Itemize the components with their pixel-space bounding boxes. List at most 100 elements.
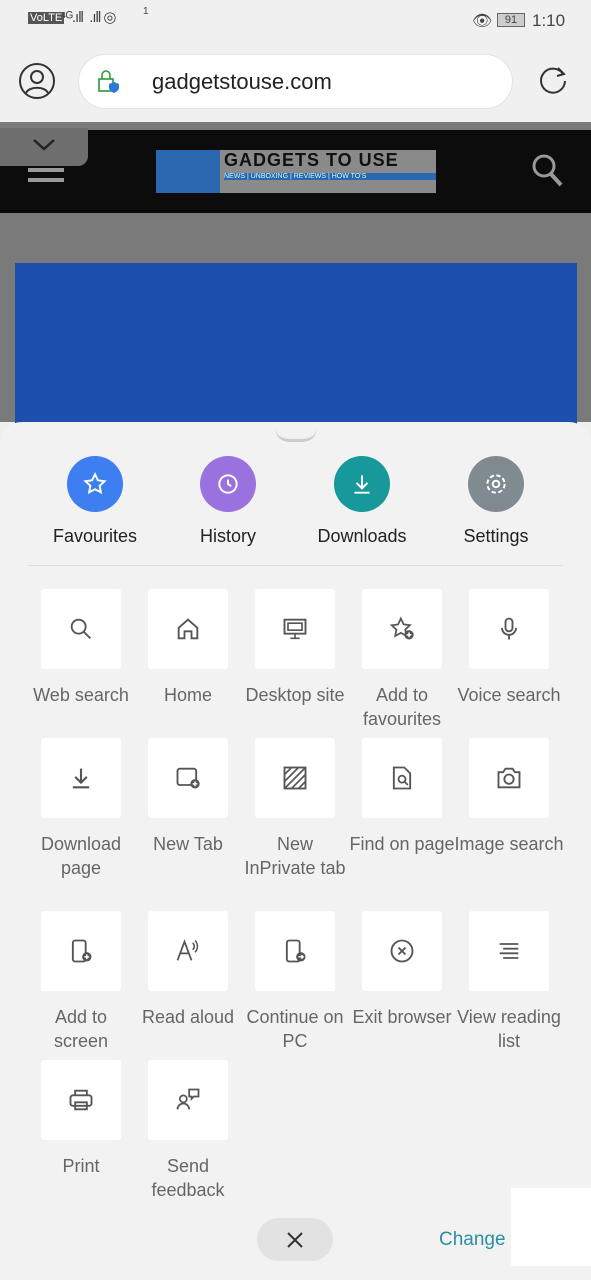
- menu-item-tile: [362, 589, 442, 669]
- menu-item-label: Exit browser: [352, 1007, 452, 1027]
- quick-label: Downloads: [317, 526, 407, 546]
- menu-item-tile: [148, 1060, 228, 1140]
- menu-item-label: View reading list: [457, 1007, 561, 1051]
- menu-item-continue-on-pc[interactable]: Continue on PC: [240, 911, 350, 1053]
- menu-item-tile: [41, 589, 121, 669]
- menu-item-tile: [255, 911, 335, 991]
- menu-item-label: Continue on PC: [246, 1007, 344, 1051]
- site-header: GADGETS TO USE NEWS | UNBOXING | REVIEWS …: [0, 130, 591, 213]
- menu-item-tile: [148, 911, 228, 991]
- menu-item-label: New Tab: [153, 834, 223, 854]
- eye-comfort-icon: 👁: [472, 13, 493, 30]
- desktop-icon: [283, 618, 307, 640]
- menu-item-label: New InPrivate tab: [244, 834, 346, 878]
- menu-item-add-to-favourites[interactable]: Add to favourites: [347, 589, 457, 731]
- menu-item-tile: [41, 911, 121, 991]
- menu-item-tile: [41, 738, 121, 818]
- find-icon: [392, 766, 412, 790]
- quick-favourites-button[interactable]: Favourites: [30, 456, 160, 547]
- menu-item-label: Find on page: [349, 834, 455, 854]
- menu-item-view-reading-list[interactable]: View reading list: [454, 911, 564, 1053]
- microphone-icon: [501, 617, 517, 640]
- menu-item-tile: [255, 589, 335, 669]
- menu-item-label: Print: [62, 1156, 100, 1176]
- menu-item-label: Image search: [454, 834, 564, 854]
- close-menu-button[interactable]: [257, 1218, 333, 1261]
- quick-icon-circle: [468, 456, 524, 512]
- menu-item-new-tab[interactable]: New Tab: [133, 738, 243, 856]
- menu-item-read-aloud[interactable]: Read aloud: [133, 911, 243, 1029]
- menu-item-find-on-page[interactable]: Find on page: [347, 738, 457, 856]
- menu-item-label: Read aloud: [141, 1007, 235, 1027]
- clock: 1:10: [532, 11, 566, 30]
- menu-item-label: Web search: [33, 685, 129, 705]
- menu-item-tile: [362, 911, 442, 991]
- quick-icon-circle: [200, 456, 256, 512]
- menu-item-tile: [469, 911, 549, 991]
- menu-item-tile: [148, 738, 228, 818]
- drag-handle[interactable]: [275, 428, 317, 442]
- overlay-box: [511, 1188, 591, 1266]
- menu-item-download-page[interactable]: Download page: [26, 738, 136, 880]
- quick-icon-circle: [334, 456, 390, 512]
- star-icon: [83, 472, 107, 495]
- reading-list-icon: [499, 943, 519, 959]
- menu-item-web-search[interactable]: Web search: [26, 589, 136, 707]
- collapse-toolbar-button[interactable]: [0, 128, 88, 166]
- site-search-icon[interactable]: [530, 152, 564, 188]
- menu-item-voice-search[interactable]: Voice search: [454, 589, 564, 707]
- menu-item-tile: [41, 1060, 121, 1140]
- menu-item-image-search[interactable]: Image search: [454, 738, 564, 856]
- history-icon: [218, 474, 238, 494]
- continue-pc-icon: [285, 939, 306, 963]
- menu-item-tile: [255, 738, 335, 818]
- menu-item-send-feedback[interactable]: Send feedback: [133, 1060, 243, 1202]
- menu-item-tile: [469, 589, 549, 669]
- site-logo[interactable]: GADGETS TO USE NEWS | UNBOXING | REVIEWS …: [156, 150, 436, 193]
- chevron-down-icon: [33, 139, 55, 151]
- menu-item-tile: [148, 589, 228, 669]
- status-bar: VoLTE ⁴ᴳ.ıll .ıll ◎ 1 👁 91 1:10: [0, 0, 591, 42]
- new-tab-icon: [176, 767, 200, 789]
- url-text[interactable]: gadgetstouse.com: [152, 69, 332, 95]
- feedback-icon: [176, 1088, 200, 1110]
- profile-icon[interactable]: [18, 62, 56, 100]
- menu-item-label: Add to screen: [53, 1007, 109, 1051]
- print-icon: [69, 1089, 93, 1111]
- close-icon: [287, 1231, 303, 1248]
- menu-item-desktop-site[interactable]: Desktop site: [240, 589, 350, 707]
- quick-downloads-button[interactable]: Downloads: [297, 456, 427, 547]
- hero-image: [15, 263, 577, 433]
- address-bar[interactable]: gadgetstouse.com: [79, 55, 512, 108]
- volte-icon: VoLTE: [28, 12, 65, 24]
- download-icon: [72, 768, 90, 789]
- star-add-icon: [389, 616, 414, 640]
- gear-icon: [486, 474, 506, 494]
- battery-icon: 91: [497, 13, 525, 27]
- signal-icon: ⁴ᴳ.ıll .ıll ◎: [60, 9, 116, 26]
- inprivate-icon: [283, 766, 307, 790]
- menu-item-print[interactable]: Print: [26, 1060, 136, 1178]
- menu-item-home[interactable]: Home: [133, 589, 243, 707]
- home-icon: [177, 618, 199, 640]
- menu-item-add-to-screen[interactable]: Add to screen: [26, 911, 136, 1053]
- lock-shield-icon[interactable]: [97, 69, 121, 95]
- divider: [28, 565, 563, 566]
- quick-history-button[interactable]: History: [163, 456, 293, 547]
- menu-item-exit-browser[interactable]: Exit browser: [347, 911, 457, 1029]
- add-to-screen-icon: [71, 939, 92, 963]
- quick-label: Settings: [463, 526, 529, 546]
- menu-item-label: Send feedback: [151, 1156, 225, 1200]
- exit-icon: [390, 939, 414, 963]
- menu-icon[interactable]: [28, 168, 64, 182]
- menu-item-label: Desktop site: [245, 685, 345, 705]
- quick-settings-button[interactable]: Settings: [431, 456, 561, 547]
- menu-item-new-inprivate-tab[interactable]: New InPrivate tab: [240, 738, 350, 880]
- quick-label: Favourites: [52, 526, 138, 546]
- refresh-icon[interactable]: [536, 64, 570, 98]
- menu-item-label: Voice search: [457, 685, 561, 705]
- camera-icon: [497, 767, 521, 789]
- menu-item-tile: [362, 738, 442, 818]
- menu-item-tile: [469, 738, 549, 818]
- search-icon: [70, 618, 91, 639]
